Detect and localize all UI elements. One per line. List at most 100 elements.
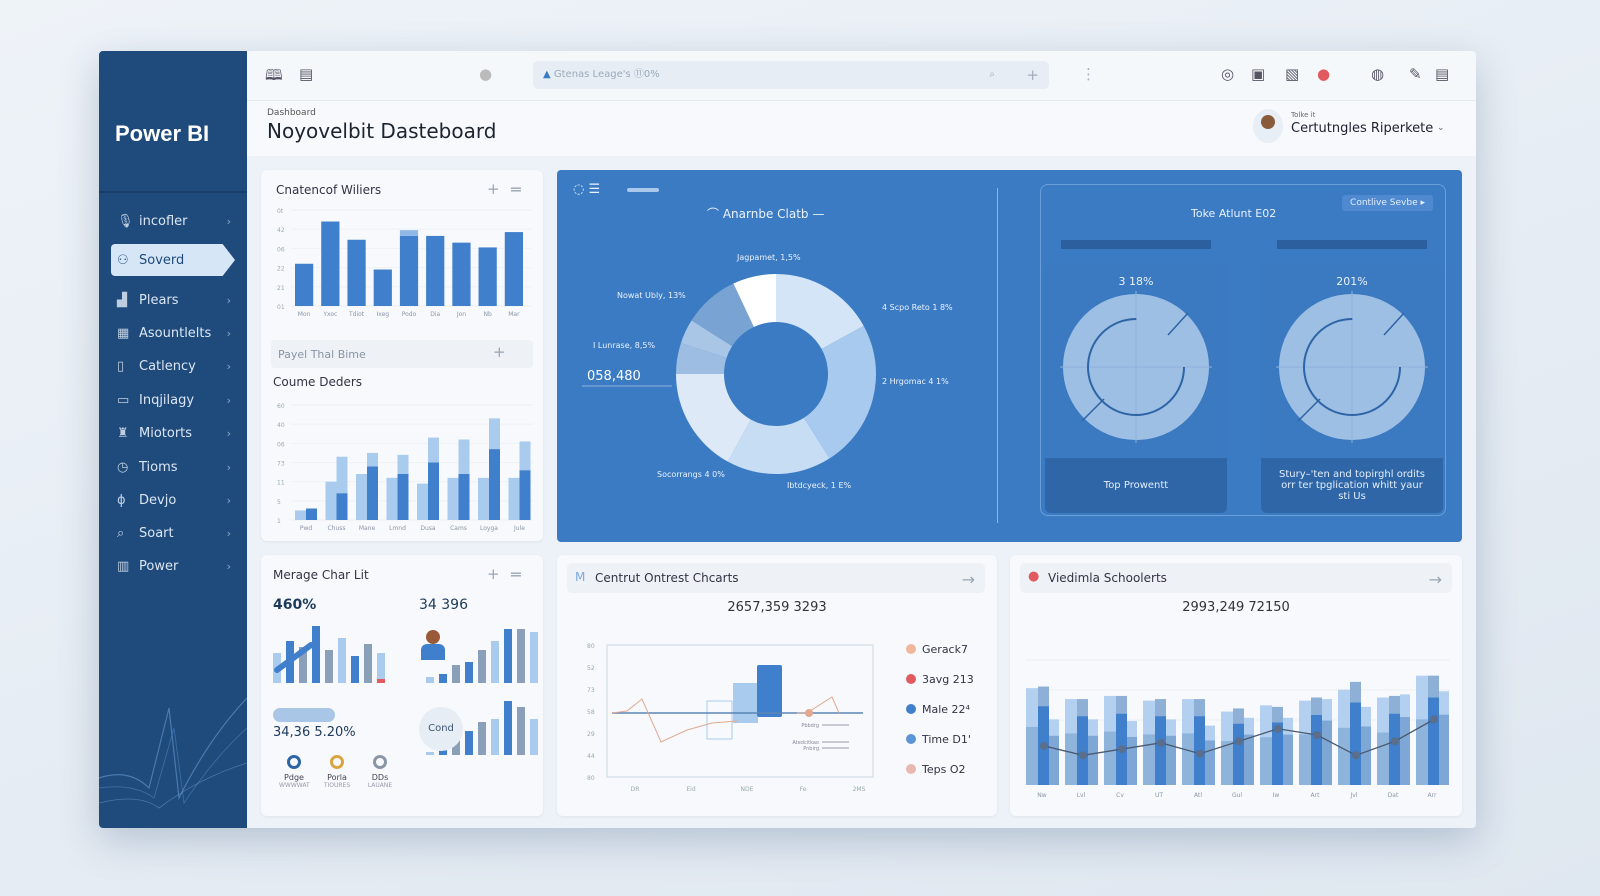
more-vertical-icon[interactable]: ⋮: [1081, 65, 1096, 83]
data-point: [1430, 715, 1438, 724]
card-subtitle: Coume Deders: [273, 375, 363, 389]
add-icon[interactable]: +: [1026, 61, 1039, 89]
pen-icon[interactable]: ✎: [1409, 65, 1422, 83]
search-icon[interactable]: ⌕: [989, 61, 995, 89]
bar-lower: [1088, 735, 1098, 785]
legend-icon: [906, 704, 916, 714]
annotation: Pnbirg: [803, 746, 819, 752]
search-placeholder: Gtenas Leage's ⑪0%: [553, 69, 660, 80]
search-input[interactable]: ▲ Gtenas Leage's ⑪0% ⌕ +: [533, 61, 1049, 89]
sidebar-item-incofler[interactable]: 🎙 incofler ›: [111, 205, 235, 237]
sidebar-item-devjo[interactable]: ϕ Devjo ›: [111, 484, 235, 516]
x-tick-label: Chuss: [327, 525, 345, 532]
alert-bar: [377, 679, 385, 683]
sidebar-item-plears[interactable]: ▟ Plears ›: [111, 284, 235, 316]
bar: [478, 247, 497, 306]
mini-bar: [452, 665, 460, 683]
x-tick-label: Lvl: [1077, 792, 1086, 799]
arrow-right-icon[interactable]: →: [962, 570, 975, 589]
sidebar-item-inqjilagy[interactable]: ▭ Inqjilagy ›: [111, 384, 235, 416]
gauge-card: 201% Stury–'ten and topirghl ordits orr …: [1261, 263, 1443, 513]
x-tick-label: Fe: [800, 786, 807, 793]
sidebar-item-tioms[interactable]: ◷ Tioms ›: [111, 451, 235, 483]
bar-lower: [1127, 736, 1137, 785]
data-point: [1157, 738, 1165, 747]
sidebar-item-catlency[interactable]: ▯ Catlency ›: [111, 350, 235, 382]
user-role: Tolke it: [1291, 111, 1316, 119]
data-point: [805, 709, 813, 717]
progress-pill: [273, 708, 335, 722]
bar: [458, 474, 470, 520]
bar: [417, 483, 428, 520]
menu-icon[interactable]: ═: [511, 180, 521, 199]
avatar[interactable]: [1253, 109, 1283, 143]
add-icon[interactable]: +: [487, 180, 500, 198]
menu-icon[interactable]: ═: [511, 565, 521, 584]
x-tick-label: Gul: [1232, 792, 1242, 799]
x-tick-label: Iw: [1273, 792, 1280, 799]
sidebar-item-asountlelts[interactable]: ▦ Asountlelts ›: [111, 317, 235, 349]
center-callout: 058,480: [587, 369, 641, 384]
bar-cap: [397, 454, 409, 474]
book-icon[interactable]: 🕮: [265, 65, 283, 90]
mini-bar: [517, 707, 525, 755]
add-icon[interactable]: +: [493, 343, 506, 361]
chevron-down-icon[interactable]: ⌄: [1437, 123, 1445, 133]
bar-lower: [1026, 726, 1038, 785]
bar-lower: [1439, 714, 1449, 785]
bar: [347, 239, 366, 306]
bar: [428, 462, 439, 520]
sidebar-item-miotorts[interactable]: ♜ Miotorts ›: [111, 417, 235, 449]
theme-toggle-icon[interactable]: ●: [479, 65, 492, 83]
sidebar-item-power[interactable]: ▥ Power ›: [111, 550, 235, 582]
globe-icon[interactable]: ◍: [1371, 65, 1384, 83]
card-title: Merage Char Lit: [273, 568, 369, 582]
gauge-value: 3 18%: [1118, 275, 1154, 288]
kpi-value: 460%: [273, 597, 317, 613]
y-tick-label: 06: [277, 441, 285, 448]
continue-button[interactable]: Contlive Sevbe ▸: [1342, 195, 1433, 211]
total-value: 2657,359 3293: [727, 600, 827, 615]
bar-lower: [1361, 726, 1371, 785]
clipboard-icon[interactable]: ▤: [299, 65, 313, 83]
sidebar-item-soart[interactable]: ⌕ Soart ›: [111, 517, 235, 549]
chevron-right-icon: ›: [226, 293, 231, 307]
mini-bar: [478, 650, 486, 683]
sidebar-item-label: Tioms: [139, 459, 178, 475]
arrow-right-icon[interactable]: →: [1429, 570, 1442, 589]
mini-bar: [491, 719, 499, 755]
menu-icon[interactable]: ▤: [1435, 65, 1449, 83]
app-logo: Power BI: [115, 121, 210, 146]
bar-chart-2: 60 40 06 73 11 5 1 Pwd Chuss Mane Lmnd Dusa Cams Loyg…: [277, 403, 533, 532]
y-tick-label: 22: [277, 266, 285, 273]
bar-lower: [1065, 733, 1077, 785]
user-name[interactable]: Certutngles Riperkete: [1291, 121, 1433, 136]
add-icon[interactable]: +: [487, 565, 500, 583]
top-toolbar: 🕮 ▤ ● ▲ Gtenas Leage's ⑪0% ⌕ + ⋮ ◎ ▣ ▧ ●…: [247, 51, 1476, 101]
bar-lower: [1077, 716, 1088, 785]
bar-cap: [519, 441, 531, 471]
sidebar-item-soverd[interactable]: ⚇ Soverd: [111, 244, 235, 276]
x-tick-label: Yxoc: [322, 311, 337, 318]
x-tick-label: Eid: [686, 786, 695, 793]
bar: [452, 242, 471, 306]
card-central: M Centrut Ontrest Chcarts → 2657,359 329…: [557, 555, 997, 816]
y-tick-label: 80: [587, 775, 595, 782]
target-icon[interactable]: ◎: [1221, 65, 1234, 83]
alert-badge-icon[interactable]: ●: [1317, 65, 1330, 83]
legend-label: Male 22⁴: [922, 703, 971, 716]
mini-bar-charts: [273, 626, 538, 755]
y-tick-label: 06: [277, 246, 285, 253]
bar: [336, 493, 348, 520]
bar-lower: [1400, 717, 1410, 785]
ring-icon: [373, 755, 387, 769]
bar: [367, 466, 378, 520]
notifications-icon[interactable]: ▧: [1285, 65, 1299, 83]
data-point: [1352, 751, 1360, 760]
bar: [447, 477, 459, 520]
x-tick-label: Art: [1311, 792, 1321, 799]
report-icon[interactable]: ▣: [1251, 65, 1265, 83]
gauge-header-bar: [1277, 240, 1427, 249]
mini-bar: [530, 632, 538, 683]
gauge-caption: Top Prowentt: [1045, 458, 1227, 513]
